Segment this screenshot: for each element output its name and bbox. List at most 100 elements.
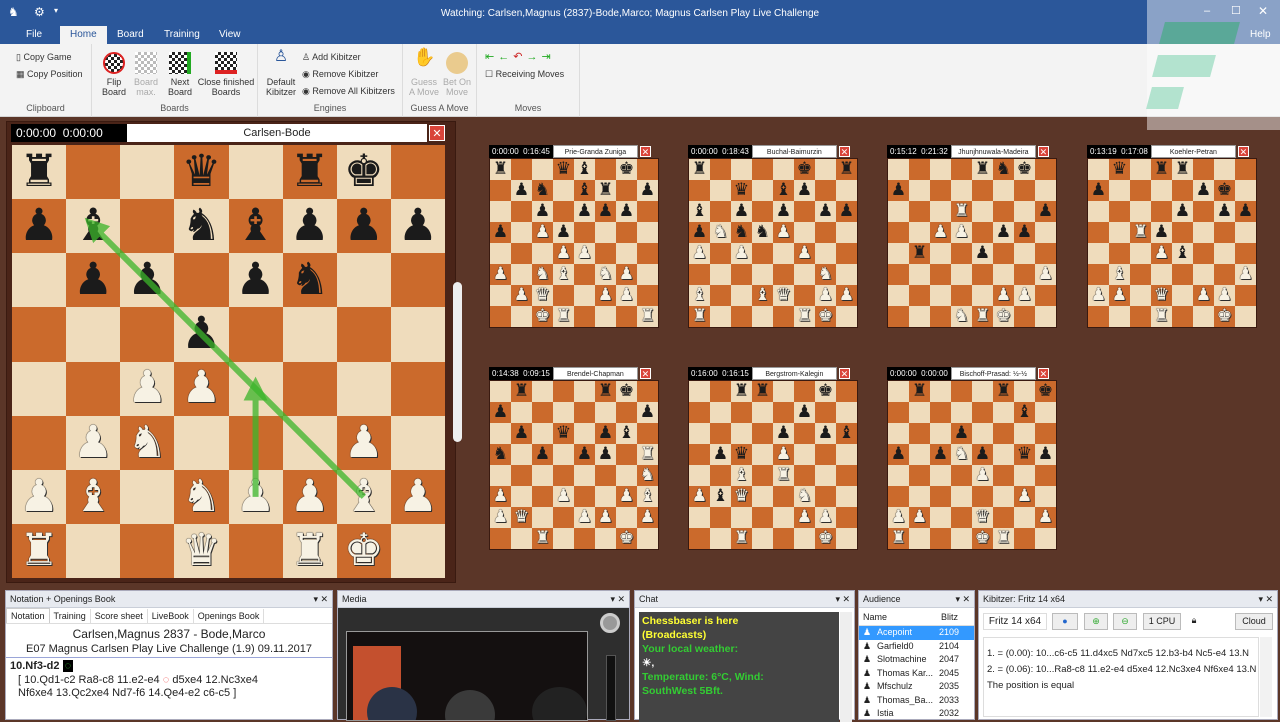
black-rook-icon[interactable]: ♜︎ xyxy=(912,244,927,262)
square-f5[interactable] xyxy=(993,444,1014,465)
square-f2[interactable]: ♟︎ xyxy=(993,285,1014,306)
square-f6[interactable] xyxy=(794,201,815,222)
square-f4[interactable]: ♟︎ xyxy=(794,243,815,264)
square-h7[interactable] xyxy=(836,402,857,423)
black-queen-icon[interactable]: ♛︎ xyxy=(734,445,749,463)
live-board-6[interactable]: 0:16:00 0:16:15 Bergstrom-Kalegin ✕ ♜︎ ♜︎ ♚︎ ♟… xyxy=(688,367,860,553)
black-pawn-icon[interactable]: ♟︎ xyxy=(640,403,655,421)
square-d1[interactable] xyxy=(951,528,972,549)
square-h2[interactable] xyxy=(637,285,658,306)
square-e7[interactable] xyxy=(972,180,993,201)
white-pawn-icon[interactable]: ♟︎ xyxy=(776,223,791,241)
white-knight-icon[interactable]: ♞︎ xyxy=(640,466,655,484)
square-d4[interactable] xyxy=(752,243,773,264)
square-c2[interactable] xyxy=(731,507,752,528)
square-d5[interactable]: ♞︎ xyxy=(752,222,773,243)
square-h5[interactable] xyxy=(836,222,857,243)
engine-name[interactable]: Fritz 14 x64 xyxy=(983,613,1047,630)
square-e1[interactable]: ♚︎ xyxy=(972,528,993,549)
live-board-5[interactable]: 0:14:38 0:09:15 Brendel-Chapman ✕ ♜︎ ♜︎ ♚︎ ♟︎ ♟… xyxy=(489,367,661,553)
square-e8[interactable] xyxy=(773,381,794,402)
close-board-button[interactable]: ✕ xyxy=(639,368,651,379)
square-c4[interactable]: ♝︎ xyxy=(731,465,752,486)
square-a4[interactable] xyxy=(888,465,909,486)
square-d5[interactable] xyxy=(553,444,574,465)
square-g5[interactable] xyxy=(616,222,637,243)
square-f2[interactable] xyxy=(794,285,815,306)
square-b5[interactable] xyxy=(909,444,930,465)
square-g3[interactable]: ♞︎ xyxy=(815,264,836,285)
white-rook-icon[interactable]: ♜︎ xyxy=(734,529,749,547)
panel-menu-close[interactable]: ▾ ✕ xyxy=(835,591,850,607)
square-c6[interactable]: ♟︎ xyxy=(532,201,553,222)
square-h8[interactable] xyxy=(1235,159,1256,180)
white-pawn-icon[interactable]: ♟︎ xyxy=(818,508,833,526)
square-f4[interactable] xyxy=(993,465,1014,486)
square-c6[interactable]: ♟︎ xyxy=(731,201,752,222)
square-e1[interactable] xyxy=(574,306,595,327)
square-h4[interactable] xyxy=(836,465,857,486)
close-board-button[interactable]: ✕ xyxy=(838,146,850,157)
square-a2[interactable] xyxy=(689,507,710,528)
square-c1[interactable] xyxy=(930,306,951,327)
square-h5[interactable]: ♜︎ xyxy=(637,444,658,465)
black-queen-icon[interactable]: ♛︎ xyxy=(556,424,571,442)
audience-row[interactable]: ♟︎ Thomas Kar... 2045 xyxy=(859,667,974,681)
white-rook-icon[interactable]: ♜︎ xyxy=(1154,307,1169,325)
square-b8[interactable] xyxy=(909,159,930,180)
white-pawn-icon[interactable]: ♟︎ xyxy=(797,508,812,526)
black-bishop-icon[interactable]: ♝︎ xyxy=(577,160,592,178)
white-queen-icon[interactable]: ♛︎ xyxy=(975,508,990,526)
square-c8[interactable] xyxy=(731,159,752,180)
square-c4[interactable]: ♟︎ xyxy=(731,243,752,264)
square-c7[interactable]: ♛︎ xyxy=(731,180,752,201)
close-board-button[interactable]: ✕ xyxy=(1037,368,1049,379)
square-h5[interactable] xyxy=(1235,222,1256,243)
square-a7[interactable] xyxy=(888,402,909,423)
square-e7[interactable] xyxy=(972,402,993,423)
square-g4[interactable] xyxy=(616,465,637,486)
square-d7[interactable] xyxy=(951,180,972,201)
square-d4[interactable] xyxy=(951,243,972,264)
square-h5[interactable] xyxy=(637,222,658,243)
square-c2[interactable] xyxy=(532,507,553,528)
chat-scrollbar[interactable] xyxy=(840,612,852,722)
square-h1[interactable] xyxy=(836,528,857,549)
white-queen-icon[interactable]: ♛︎ xyxy=(776,286,791,304)
square-d7[interactable] xyxy=(1151,180,1172,201)
square-c8[interactable] xyxy=(930,381,951,402)
panel-menu-close[interactable]: ▾ ✕ xyxy=(610,591,625,607)
white-pawn-icon[interactable]: ♟︎ xyxy=(996,286,1011,304)
white-queen-icon[interactable]: ♛︎ xyxy=(514,508,529,526)
square-a1[interactable] xyxy=(888,306,909,327)
square-a5[interactable] xyxy=(1088,222,1109,243)
square-b8[interactable]: ♜︎ xyxy=(511,381,532,402)
square-f6[interactable]: ♟︎ xyxy=(595,201,616,222)
square-e5[interactable] xyxy=(972,222,993,243)
square-c3[interactable] xyxy=(930,264,951,285)
square-f1[interactable] xyxy=(595,306,616,327)
square-b7[interactable] xyxy=(909,180,930,201)
tab-training[interactable]: Training xyxy=(154,26,210,44)
square-h8[interactable]: ♚︎ xyxy=(1035,381,1056,402)
square-e8[interactable] xyxy=(773,159,794,180)
square-f3[interactable]: ♞︎ xyxy=(595,264,616,285)
square-b4[interactable] xyxy=(710,465,731,486)
black-pawn-icon[interactable]: ♟︎ xyxy=(514,181,529,199)
chessboard[interactable]: ♜︎ ♚︎ ♜︎ ♛︎ ♝︎ ♟︎ ♝︎ ♟︎ ♟︎ ♟︎ ♟︎ ♟︎ ♞︎ ♞︎ ♞︎ ♟︎ ♟︎ ♟︎ ♟︎ ♞︎… xyxy=(688,158,858,328)
square-c4[interactable] xyxy=(532,243,553,264)
square-a3[interactable]: ♟︎ xyxy=(490,486,511,507)
square-h6[interactable] xyxy=(637,423,658,444)
square-b5[interactable]: ♟︎ xyxy=(710,444,731,465)
square-h7[interactable] xyxy=(1035,402,1056,423)
square-b1[interactable] xyxy=(710,306,731,327)
square-b5[interactable]: ♞︎ xyxy=(710,222,731,243)
square-d2[interactable] xyxy=(951,507,972,528)
square-c6[interactable] xyxy=(532,423,553,444)
square-d8[interactable] xyxy=(752,159,773,180)
square-f5[interactable] xyxy=(595,222,616,243)
white-pawn-icon[interactable]: ♟︎ xyxy=(1017,286,1032,304)
square-d3[interactable]: ♟︎ xyxy=(553,486,574,507)
square-b4[interactable]: ♜︎ xyxy=(909,243,930,264)
black-bishop-icon[interactable]: ♝︎ xyxy=(619,424,634,442)
